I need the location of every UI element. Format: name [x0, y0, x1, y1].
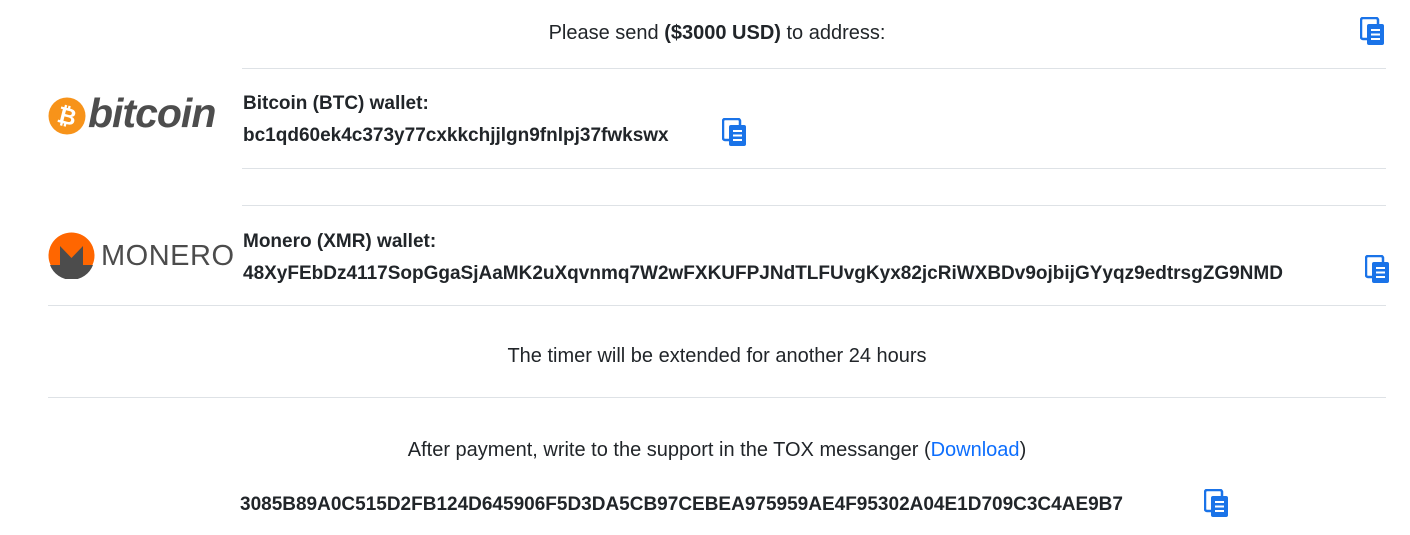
support-instruction: After payment, write to the support in t… — [0, 439, 1410, 462]
divider — [242, 168, 1386, 169]
instruction-prefix: Please send — [548, 22, 665, 44]
instruction-suffix: to address: — [780, 22, 886, 44]
bitcoin-logo-icon: ₿ — [48, 97, 86, 135]
tox-id[interactable]: 3085B89A0C515D2FB124D645906F5D3DA5CB97CE… — [240, 494, 1123, 516]
copy-icon[interactable] — [722, 118, 748, 148]
divider — [242, 205, 1386, 206]
bitcoin-logo-text: bitcoin — [88, 90, 216, 136]
monero-address[interactable]: 48XyFEbDz4117SopGgaSjAaMK2uXqvnmq7W2wFXK… — [243, 263, 1355, 285]
monero-logo: MONERO — [48, 232, 235, 280]
support-text: After payment, write to the support in t… — [407, 439, 931, 461]
payment-instruction: Please send ($3000 USD) to address: — [0, 22, 1410, 45]
bitcoin-address[interactable]: bc1qd60ek4c373y77cxkkchjjlgn9fnlpj37fwks… — [243, 125, 669, 147]
divider — [242, 68, 1386, 69]
copy-icon[interactable] — [1204, 489, 1230, 519]
monero-wallet-label: Monero (XMR) wallet: — [243, 231, 437, 252]
support-close-paren: ) — [1019, 439, 1027, 461]
copy-icon[interactable] — [1360, 17, 1386, 47]
monero-logo-icon — [48, 232, 95, 279]
divider — [48, 305, 1386, 306]
bitcoin-logo: ₿ bitcoin — [48, 90, 233, 138]
divider — [48, 397, 1386, 398]
timer-extension-note: The timer will be extended for another 2… — [507, 345, 927, 367]
download-link[interactable]: Download — [931, 439, 1020, 461]
payment-amount: ($3000 USD) — [664, 22, 781, 44]
copy-icon[interactable] — [1365, 255, 1391, 285]
bitcoin-wallet-label: Bitcoin (BTC) wallet: — [243, 93, 429, 114]
monero-logo-text: MONERO — [101, 240, 235, 272]
